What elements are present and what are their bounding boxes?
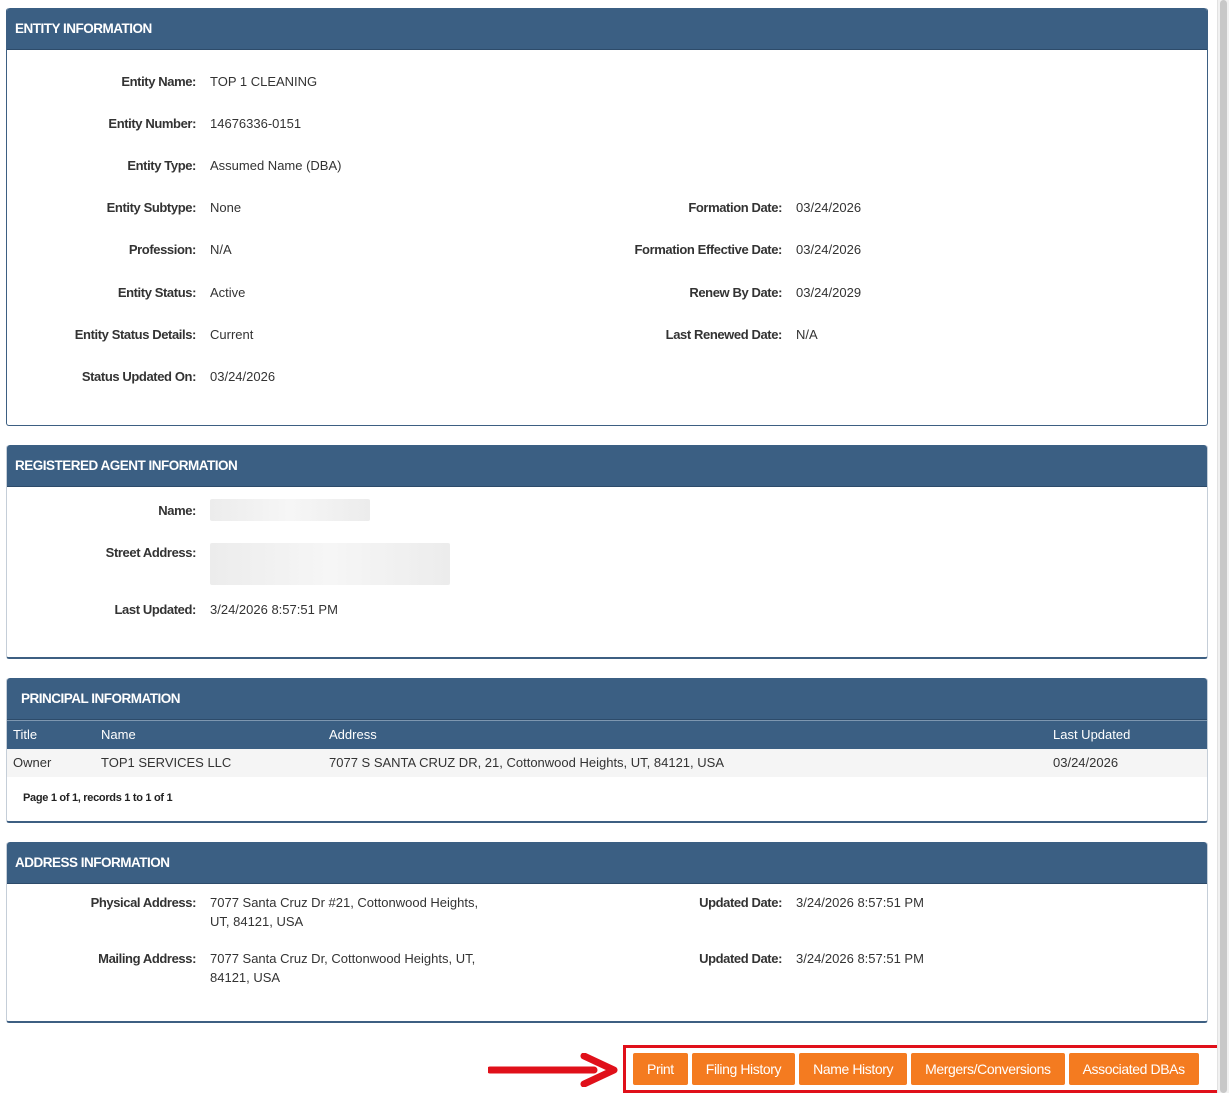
principal-name-cell: TOP1 SERVICES LLC — [95, 748, 323, 777]
principal-title-cell: Owner — [7, 748, 95, 777]
address-information-panel: ADDRESS INFORMATION Physical Address: 70… — [6, 842, 1208, 1023]
agent-street-label: Street Address: — [105, 545, 197, 560]
physical-updated-date-field: Updated Date: 3/24/2026 8:57:51 PM — [587, 895, 924, 910]
formation-date-label: Formation Date: — [688, 200, 782, 215]
formation-date-field: Formation Date: 03/24/2026 — [587, 200, 861, 215]
registered-agent-header: REGISTERED AGENT INFORMATION — [7, 445, 1207, 487]
renew-by-date-value: 03/24/2029 — [796, 285, 862, 300]
principal-information-header: PRINCIPAL INFORMATION — [7, 678, 1207, 720]
associated-dbas-button[interactable]: Associated DBAs — [1068, 1053, 1199, 1085]
scrollbar-thumb[interactable] — [1220, 0, 1227, 1093]
column-header-name[interactable]: Name — [95, 720, 323, 749]
agent-name-redacted — [210, 499, 370, 521]
entity-number-field: Entity Number: 14676336-0151 — [7, 116, 301, 131]
entity-status-details-field: Entity Status Details: Current — [7, 327, 254, 342]
arrow-right-icon — [488, 1053, 618, 1087]
physical-updated-date-value: 3/24/2026 8:57:51 PM — [796, 895, 924, 910]
physical-address-line2: UT, 84121, USA — [210, 914, 304, 929]
entity-number-label: Entity Number: — [108, 116, 196, 131]
mailing-address-line1: 7077 Santa Cruz Dr, Cottonwood Heights, … — [210, 951, 476, 966]
entity-type-label: Entity Type: — [127, 158, 196, 173]
agent-last-updated-value: 3/24/2026 8:57:51 PM — [210, 602, 338, 617]
agent-street-field: Street Address: — [7, 543, 450, 585]
mergers-conversions-button[interactable]: Mergers/Conversions — [911, 1053, 1065, 1085]
agent-name-field: Name: — [7, 499, 370, 521]
column-header-address[interactable]: Address — [323, 720, 1047, 749]
print-button[interactable]: Print — [633, 1053, 688, 1085]
formation-date-value: 03/24/2026 — [796, 200, 862, 215]
table-row[interactable]: Owner TOP1 SERVICES LLC 7077 S SANTA CRU… — [7, 748, 1207, 777]
formation-effective-date-label: Formation Effective Date: — [634, 242, 783, 257]
last-renewed-date-value: N/A — [796, 327, 818, 342]
last-renewed-date-field: Last Renewed Date: N/A — [587, 327, 818, 342]
physical-address-label: Physical Address: — [90, 895, 197, 910]
entity-type-field: Entity Type: Assumed Name (DBA) — [7, 158, 341, 173]
profession-label: Profession: — [128, 242, 197, 257]
profession-field: Profession: N/A — [7, 242, 232, 257]
mailing-updated-date-label: Updated Date: — [699, 951, 782, 966]
status-updated-on-field: Status Updated On: 03/24/2026 — [7, 369, 275, 384]
principal-address-cell: 7077 S SANTA CRUZ DR, 21, Cottonwood Hei… — [323, 748, 1047, 777]
physical-address-line1: 7077 Santa Cruz Dr #21, Cottonwood Heigh… — [210, 895, 479, 910]
mailing-address-line2: 84121, USA — [210, 970, 281, 985]
entity-status-details-value: Current — [210, 327, 254, 342]
entity-type-value: Assumed Name (DBA) — [210, 158, 342, 173]
entity-status-value: Active — [210, 285, 246, 300]
formation-effective-date-field: Formation Effective Date: 03/24/2026 — [587, 242, 862, 257]
entity-name-label: Entity Name: — [121, 74, 196, 89]
principal-pager-info: Page 1 of 1, records 1 to 1 of 1 — [23, 792, 173, 804]
agent-street-redacted — [210, 543, 450, 585]
entity-name-field: Entity Name: TOP 1 CLEANING — [7, 74, 317, 89]
entity-subtype-label: Entity Subtype: — [106, 200, 197, 215]
principal-information-panel: PRINCIPAL INFORMATION Title Name Address… — [6, 678, 1208, 823]
mailing-updated-date-field: Updated Date: 3/24/2026 8:57:51 PM — [587, 951, 924, 966]
address-information-header: ADDRESS INFORMATION — [7, 842, 1207, 884]
entity-status-label: Entity Status: — [117, 285, 197, 300]
mailing-address-value: 7077 Santa Cruz Dr, Cottonwood Heights, … — [210, 949, 475, 987]
column-header-title[interactable]: Title — [7, 720, 95, 749]
status-updated-on-value: 03/24/2026 — [210, 369, 276, 384]
name-history-button[interactable]: Name History — [799, 1053, 908, 1085]
renew-by-date-label: Renew By Date: — [689, 285, 782, 300]
entity-subtype-value: None — [210, 200, 242, 215]
column-header-last-updated[interactable]: Last Updated — [1047, 720, 1207, 749]
mailing-address-field: Mailing Address: 7077 Santa Cruz Dr, Cot… — [7, 951, 475, 987]
entity-status-details-label: Entity Status Details: — [74, 327, 197, 342]
principal-table: Title Name Address Last Updated Owner TO… — [7, 720, 1207, 777]
agent-last-updated-field: Last Updated: 3/24/2026 8:57:51 PM — [7, 602, 338, 617]
entity-information-header: ENTITY INFORMATION — [7, 8, 1207, 50]
physical-address-field: Physical Address: 7077 Santa Cruz Dr #21… — [7, 893, 479, 931]
physical-address-value: 7077 Santa Cruz Dr #21, Cottonwood Heigh… — [210, 893, 478, 931]
physical-updated-date-label: Updated Date: — [699, 895, 782, 910]
page-scrollbar[interactable] — [1217, 0, 1229, 1093]
agent-last-updated-label: Last Updated: — [114, 602, 197, 617]
agent-name-label: Name: — [158, 503, 196, 518]
renew-by-date-field: Renew By Date: 03/24/2029 — [587, 285, 861, 300]
entity-subtype-field: Entity Subtype: None — [7, 200, 241, 215]
status-updated-on-label: Status Updated On: — [81, 369, 197, 384]
principal-last-updated-cell: 03/24/2026 — [1047, 748, 1207, 777]
entity-name-value: TOP 1 CLEANING — [210, 74, 318, 89]
principal-table-header-row: Title Name Address Last Updated — [7, 720, 1207, 749]
mailing-address-label: Mailing Address: — [98, 951, 196, 966]
mailing-updated-date-value: 3/24/2026 8:57:51 PM — [796, 951, 924, 966]
profession-value: N/A — [210, 242, 232, 257]
last-renewed-date-label: Last Renewed Date: — [665, 327, 783, 342]
action-button-bar: Print Filing History Name History Merger… — [623, 1045, 1227, 1093]
formation-effective-date-value: 03/24/2026 — [796, 242, 862, 257]
entity-status-field: Entity Status: Active — [7, 285, 246, 300]
filing-history-button[interactable]: Filing History — [691, 1053, 796, 1085]
entity-number-value: 14676336-0151 — [210, 116, 302, 131]
registered-agent-panel: REGISTERED AGENT INFORMATION Name: Stree… — [6, 445, 1208, 659]
entity-information-panel: ENTITY INFORMATION Entity Name: TOP 1 CL… — [6, 8, 1208, 426]
